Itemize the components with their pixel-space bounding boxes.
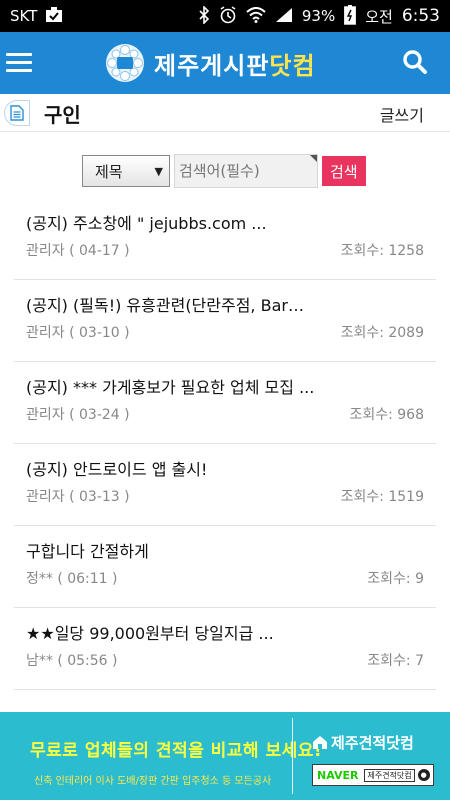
post-author-date: 관리자 ( 03-13 ) — [26, 489, 130, 505]
list-item[interactable]: 구합니다 간절하게 정** ( 06:11 ) 조회수: 9 — [14, 526, 436, 608]
post-title: (공지) 안드로이드 앱 출시! — [26, 460, 208, 479]
list-item[interactable]: (공지) 주소창에 " jejubbs.com ... 관리자 ( 04-17 … — [14, 198, 436, 280]
post-author-date: 관리자 ( 04-17 ) — [26, 243, 130, 259]
search-field-select[interactable]: 제목 ▼ — [82, 155, 170, 187]
post-list: (공지) 주소창에 " jejubbs.com ... 관리자 ( 04-17 … — [14, 198, 436, 690]
battery-icon — [344, 4, 357, 28]
page-title: 구인 — [44, 103, 81, 127]
post-title: ★★일당 99,000원부터 당일지급 ... — [26, 624, 274, 643]
naver-search-box: NAVER 제주견적닷컴 ● — [312, 764, 434, 786]
post-title: (공지) 주소창에 " jejubbs.com ... — [26, 214, 267, 233]
post-author-date: 정** ( 06:11 ) — [26, 571, 118, 587]
post-views: 조회수: 2089 — [340, 325, 424, 341]
banner-headline: 무료로 업체들의 견적을 비교해 보세요! — [30, 741, 323, 761]
post-views: 조회수: 1519 — [340, 489, 424, 505]
menu-icon[interactable] — [6, 49, 32, 75]
search-icon[interactable] — [402, 49, 428, 75]
banner-divider — [292, 718, 293, 794]
post-title: 구합니다 간절하게 — [26, 542, 149, 561]
post-title: (공지) (필독!) 유흥관련(단란주점, Bar… — [26, 296, 304, 315]
board-header: 구인 글쓰기 — [0, 94, 450, 132]
search-field-value: 제목 — [95, 162, 123, 181]
input-corner-mark — [310, 155, 317, 162]
site-logo[interactable]: 제주게시판닷컴 — [104, 42, 316, 84]
ad-banner[interactable]: 무료로 업체들의 견적을 비교해 보세요! 신축 인테리어 이사 도배/장판 간… — [0, 712, 450, 800]
alarm-icon — [219, 5, 237, 27]
logo-text: 제주게시판닷컴 — [154, 51, 316, 80]
battery-percent: 93% — [301, 7, 336, 25]
carrier-label: SKT — [10, 7, 38, 25]
wifi-icon — [246, 6, 266, 26]
naver-search-icon: ● — [417, 769, 430, 781]
bluetooth-icon — [198, 4, 210, 27]
house-icon — [313, 736, 327, 749]
document-icon — [4, 100, 30, 126]
post-title: (공지) *** 가게홍보가 필요한 업체 모집 ... — [26, 378, 315, 397]
list-item[interactable]: ★★일당 99,000원부터 당일지급 ... 남** ( 05:56 ) 조회… — [14, 608, 436, 690]
post-author-date: 남** ( 05:56 ) — [26, 653, 118, 669]
post-views: 조회수: 7 — [367, 653, 424, 669]
post-views: 조회수: 1258 — [340, 243, 424, 259]
post-author-date: 관리자 ( 03-24 ) — [26, 407, 130, 423]
banner-categories: 신축 인테리어 이사 도배/장판 간판 입주청소 등 모든공사 — [34, 776, 272, 787]
notification-icon — [45, 6, 63, 26]
write-post-button[interactable]: 글쓰기 — [380, 102, 424, 126]
ampm-label: 오전 — [365, 7, 393, 26]
dropdown-caret-icon: ▼ — [154, 165, 163, 178]
search-button[interactable]: 검색 — [322, 156, 366, 186]
status-bar: SKT 93% 오전 6:53 — [0, 0, 450, 32]
naver-search-term: 제주견적닷컴 — [364, 768, 415, 782]
naver-logo: NAVER — [313, 768, 363, 782]
list-item[interactable]: (공지) 안드로이드 앱 출시! 관리자 ( 03-13 ) 조회수: 1519 — [14, 444, 436, 526]
banner-brand: 제주견적닷컴 — [312, 732, 414, 753]
post-author-date: 관리자 ( 03-10 ) — [26, 325, 130, 341]
list-item[interactable]: (공지) *** 가게홍보가 필요한 업체 모집 ... 관리자 ( 03-24… — [14, 362, 436, 444]
search-input[interactable] — [174, 154, 318, 188]
signal-icon — [275, 7, 293, 26]
post-views: 조회수: 968 — [349, 407, 424, 423]
app-header: 제주게시판닷컴 — [0, 32, 450, 94]
logo-emblem-icon — [106, 44, 144, 82]
list-item[interactable]: (공지) (필독!) 유흥관련(단란주점, Bar… 관리자 ( 03-10 )… — [14, 280, 436, 362]
post-views: 조회수: 9 — [367, 571, 424, 587]
search-bar: 제목 ▼ 검색 — [82, 154, 366, 188]
clock-time: 6:53 — [401, 6, 440, 26]
